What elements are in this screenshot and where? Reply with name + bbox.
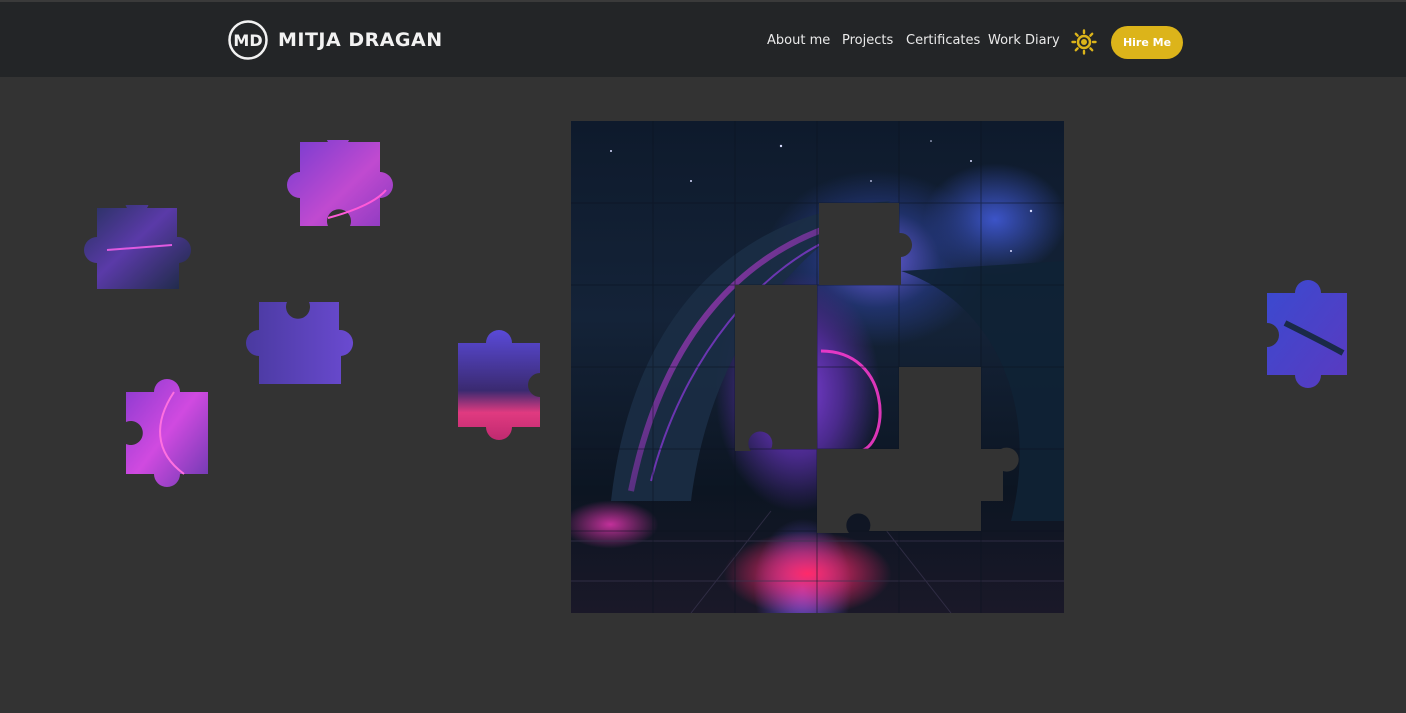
svg-text:MD: MD [233, 31, 262, 50]
nav-projects[interactable]: Projects [842, 33, 893, 48]
puzzle-board[interactable] [571, 121, 1064, 613]
sun-icon[interactable] [1071, 29, 1097, 55]
empty-slot [735, 367, 817, 451]
brand-name: MITJA DRAGAN [278, 29, 443, 51]
empty-slot [899, 367, 981, 449]
board-artwork [571, 121, 1064, 613]
puzzle-piece[interactable] [268, 140, 412, 228]
brand[interactable]: MD MITJA DRAGAN [228, 18, 443, 62]
empty-slot [817, 449, 981, 533]
nav-work-diary[interactable]: Work Diary [988, 33, 1060, 48]
puzzle-piece[interactable] [67, 205, 209, 293]
top-navbar: MD MITJA DRAGAN About me Projects Certif… [0, 0, 1406, 77]
empty-slot [981, 447, 1019, 501]
hire-me-button[interactable]: Hire Me [1111, 26, 1183, 59]
nav-about-me[interactable]: About me [767, 33, 830, 48]
empty-slot [735, 285, 817, 381]
puzzle-piece[interactable] [456, 313, 542, 458]
empty-slot [819, 203, 913, 285]
puzzle-piece[interactable] [124, 362, 210, 506]
puzzle-piece[interactable] [229, 300, 371, 386]
md-logo-icon: MD [228, 20, 268, 60]
puzzle-piece[interactable] [1265, 263, 1349, 407]
nav-certificates[interactable]: Certificates [906, 33, 980, 48]
